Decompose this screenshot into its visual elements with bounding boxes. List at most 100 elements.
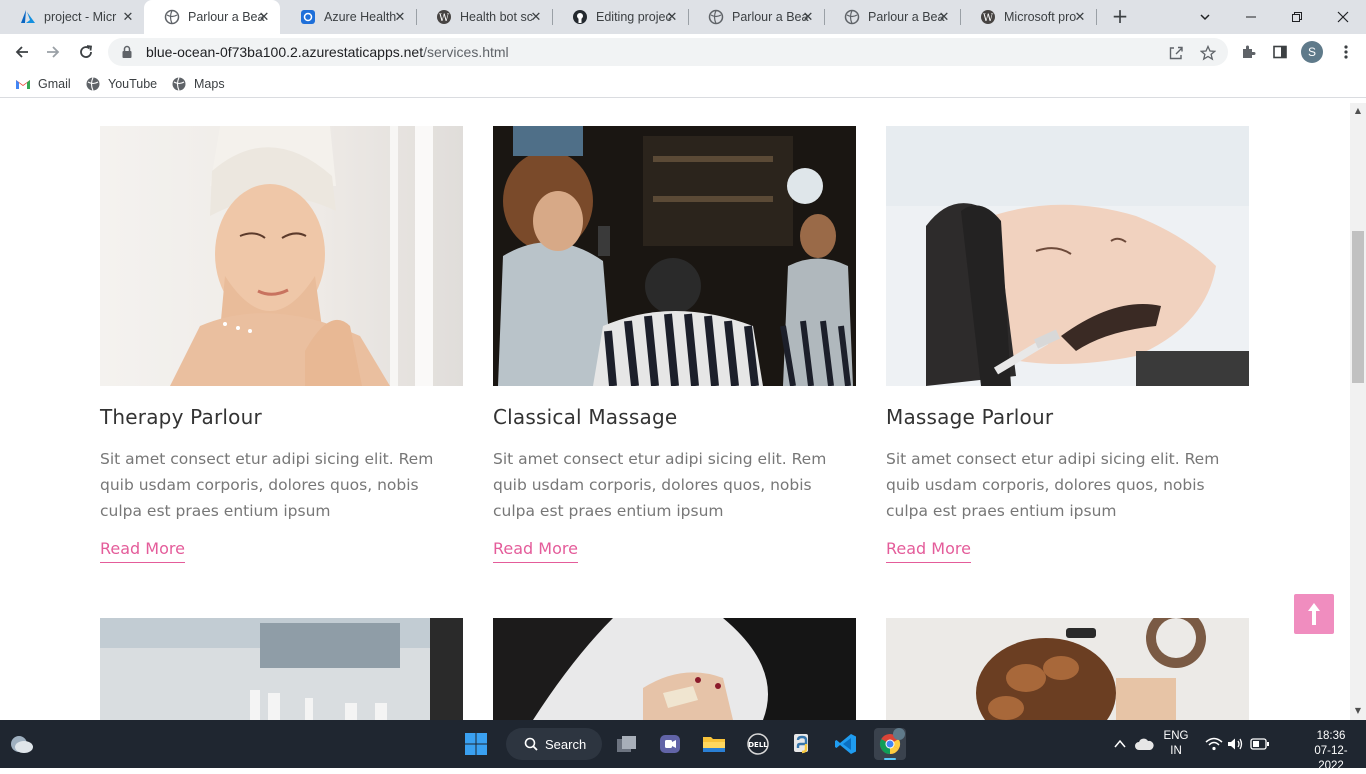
read-more-link[interactable]: Read More <box>100 539 185 563</box>
service-description: Sit amet consect etur adipi sicing elit.… <box>100 450 434 520</box>
browser-tab-active[interactable]: Parlour a Bea ✕ <box>144 0 280 34</box>
close-tab-icon[interactable]: ✕ <box>256 9 272 25</box>
browser-tab[interactable]: project - Micr ✕ <box>0 0 144 34</box>
windows-taskbar: Search DELL ENG IN 18:36 07-12-2022 <box>0 720 1366 772</box>
close-tab-icon[interactable]: ✕ <box>120 9 136 25</box>
lock-icon[interactable] <box>120 45 134 59</box>
service-title: Therapy Parlour <box>100 405 262 429</box>
python-icon[interactable] <box>786 728 818 760</box>
task-view-icon[interactable] <box>611 728 643 760</box>
close-tab-icon[interactable]: ✕ <box>392 9 408 25</box>
close-tab-icon[interactable]: ✕ <box>664 9 680 25</box>
wordpress-icon: W <box>980 9 996 25</box>
browser-tab[interactable]: Editing projec ✕ <box>552 0 688 34</box>
service-photo-classical-massage[interactable] <box>493 126 856 386</box>
url-text[interactable]: blue-ocean-0f73ba100.2.azurestaticapps.n… <box>146 44 509 60</box>
active-app-indicator <box>884 758 896 760</box>
close-tab-icon[interactable]: ✕ <box>528 9 544 25</box>
profile-avatar[interactable]: S <box>1301 41 1323 63</box>
browser-toolbar: blue-ocean-0f73ba100.2.azurestaticapps.n… <box>0 34 1366 70</box>
service-photo-products[interactable] <box>100 618 463 720</box>
bookmark-star-icon[interactable] <box>1199 44 1217 62</box>
globe-icon <box>708 9 724 25</box>
dell-icon[interactable]: DELL <box>742 728 774 760</box>
bookmark-label: Gmail <box>38 77 71 91</box>
service-photo-massage-parlour[interactable] <box>886 126 1249 386</box>
profile-badge <box>893 728 905 740</box>
weather-widget-icon[interactable] <box>6 728 38 760</box>
read-more-link[interactable]: Read More <box>493 539 578 563</box>
new-tab-button[interactable]: + <box>1108 5 1132 29</box>
service-photo-hairstyle[interactable] <box>886 618 1249 720</box>
restore-button[interactable] <box>1274 0 1320 34</box>
forward-button[interactable] <box>39 38 67 66</box>
url-path: /services.html <box>423 44 509 60</box>
teams-chat-icon[interactable] <box>654 728 686 760</box>
chrome-taskbar-icon[interactable] <box>874 728 906 760</box>
tab-search-button[interactable] <box>1182 0 1228 34</box>
onedrive-cloud-icon[interactable] <box>1128 728 1160 760</box>
clock[interactable]: 18:36 07-12-2022 <box>1302 729 1360 774</box>
bookmark-label: YouTube <box>108 77 158 91</box>
browser-tab[interactable]: Parlour a Bea ✕ <box>688 0 824 34</box>
browser-tab[interactable]: W Health bot sc ✕ <box>416 0 552 34</box>
github-icon <box>572 9 588 25</box>
search-label: Search <box>545 736 587 752</box>
language-code: ENG <box>1163 730 1189 742</box>
reload-button[interactable] <box>72 38 100 66</box>
close-tab-icon[interactable]: ✕ <box>936 9 952 25</box>
back-to-top-button[interactable] <box>1294 594 1334 634</box>
page-scrollbar[interactable]: ▲ ▼ <box>1350 103 1366 720</box>
globe-icon <box>85 76 101 92</box>
share-icon[interactable] <box>1167 44 1185 62</box>
scroll-thumb[interactable] <box>1352 231 1364 383</box>
start-button[interactable] <box>460 728 492 760</box>
browser-tab[interactable]: Azure Health ✕ <box>280 0 416 34</box>
bookmark-gmail[interactable]: Gmail <box>15 75 71 93</box>
minimize-button[interactable] <box>1228 0 1274 34</box>
read-more-link[interactable]: Read More <box>886 539 971 563</box>
browser-tab[interactable]: Parlour a Bea ✕ <box>824 0 960 34</box>
taskbar-search-button[interactable]: Search <box>506 728 602 760</box>
region-code: IN <box>1170 745 1182 757</box>
service-photo-nails[interactable] <box>493 618 856 720</box>
menu-kebab-icon[interactable] <box>1332 38 1360 66</box>
scroll-up-arrow-icon[interactable]: ▲ <box>1354 107 1362 115</box>
back-button[interactable] <box>8 38 36 66</box>
svg-text:W: W <box>439 13 450 24</box>
bookmark-maps[interactable]: Maps <box>171 75 225 93</box>
gmail-icon <box>15 76 31 92</box>
close-tab-icon[interactable]: ✕ <box>1072 9 1088 25</box>
service-title: Classical Massage <box>493 405 678 429</box>
clock-date: 07-12-2022 <box>1314 745 1348 772</box>
wordpress-icon: W <box>436 9 452 25</box>
service-description: Sit amet consect etur adipi sicing elit.… <box>493 450 827 520</box>
scroll-down-arrow-icon[interactable]: ▼ <box>1354 707 1362 715</box>
service-card: Classical Massage Sit amet consect etur … <box>493 126 856 563</box>
tab-strip: project - Micr ✕ Parlour a Bea ✕ Azure H… <box>0 0 1366 34</box>
azure-icon <box>20 9 36 25</box>
service-title: Massage Parlour <box>886 405 1054 429</box>
browser-tab[interactable]: W Microsoft pro ✕ <box>960 0 1096 34</box>
svg-text:W: W <box>983 13 994 24</box>
service-description: Sit amet consect etur adipi sicing elit.… <box>886 450 1220 520</box>
service-card-partial <box>493 618 856 720</box>
battery-icon[interactable] <box>1244 728 1276 760</box>
clock-time: 18:36 <box>1316 730 1346 742</box>
globe-icon <box>164 9 180 25</box>
close-window-button[interactable] <box>1320 0 1366 34</box>
globe-icon <box>171 76 187 92</box>
extensions-icon[interactable] <box>1234 38 1262 66</box>
address-bar[interactable]: blue-ocean-0f73ba100.2.azurestaticapps.n… <box>108 38 1228 66</box>
service-card: Massage Parlour Sit amet consect etur ad… <box>886 126 1249 563</box>
file-explorer-icon[interactable] <box>698 728 730 760</box>
service-photo-therapy[interactable] <box>100 126 463 386</box>
close-tab-icon[interactable]: ✕ <box>800 9 816 25</box>
service-card-partial <box>100 618 463 720</box>
bookmark-youtube[interactable]: YouTube <box>85 75 157 93</box>
side-panel-icon[interactable] <box>1266 38 1294 66</box>
svg-text:DELL: DELL <box>748 741 768 749</box>
language-indicator[interactable]: ENG IN <box>1160 729 1192 759</box>
search-icon <box>524 737 538 751</box>
vscode-icon[interactable] <box>830 728 862 760</box>
